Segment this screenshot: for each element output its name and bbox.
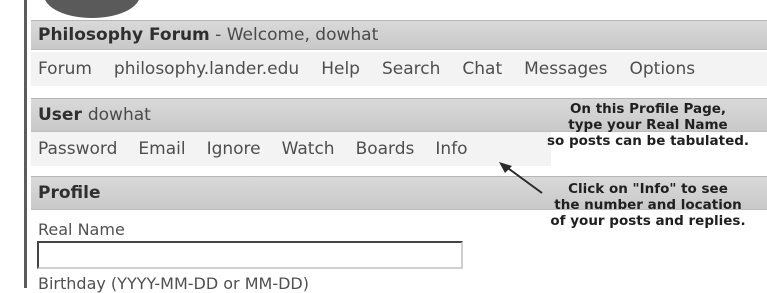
left-border-line bbox=[24, 0, 27, 288]
real-name-label: Real Name bbox=[38, 220, 125, 239]
note-line: so posts can be tabulated. bbox=[546, 133, 750, 149]
welcome-text: - Welcome, dowhat bbox=[209, 25, 379, 45]
tab-watch[interactable]: Watch bbox=[282, 139, 335, 159]
nav-search-link[interactable]: Search bbox=[382, 59, 440, 79]
site-title: Philosophy Forum bbox=[38, 25, 210, 45]
profile-heading: Profile bbox=[38, 183, 101, 203]
note-line: of your posts and replies. bbox=[550, 213, 746, 229]
forum-title-bar: Philosophy Forum - Welcome, dowhat bbox=[31, 20, 767, 50]
nav-messages-link[interactable]: Messages bbox=[524, 59, 607, 79]
nav-options-link[interactable]: Options bbox=[630, 59, 696, 79]
tab-password[interactable]: Password bbox=[38, 139, 117, 159]
tab-ignore[interactable]: Ignore bbox=[207, 139, 261, 159]
profile-instruction-note: On this Profile Page, type your Real Nam… bbox=[530, 101, 766, 149]
user-tabs: Password Email Ignore Watch Boards Info bbox=[31, 132, 551, 166]
tab-email[interactable]: Email bbox=[138, 139, 185, 159]
note-line: Click on "Info" to see bbox=[568, 181, 728, 197]
note-line: type your Real Name bbox=[568, 117, 728, 133]
nav-chat-link[interactable]: Chat bbox=[462, 59, 502, 79]
main-nav: Forum philosophy.lander.edu Help Search … bbox=[31, 52, 767, 86]
birthday-label: Birthday (YYYY-MM-DD or MM-DD) bbox=[38, 274, 309, 293]
arrow-icon bbox=[499, 162, 543, 194]
info-instruction-note: Click on "Info" to see the number and lo… bbox=[530, 181, 766, 229]
note-line: On this Profile Page, bbox=[569, 101, 727, 117]
nav-site-link[interactable]: philosophy.lander.edu bbox=[114, 59, 299, 79]
user-label: User bbox=[38, 105, 82, 125]
note-line: the number and location bbox=[554, 197, 742, 213]
username: dowhat bbox=[87, 105, 151, 125]
forum-logo bbox=[44, 0, 140, 18]
tab-info[interactable]: Info bbox=[435, 139, 467, 159]
tab-boards[interactable]: Boards bbox=[356, 139, 415, 159]
nav-help-link[interactable]: Help bbox=[321, 59, 360, 79]
nav-forum-link[interactable]: Forum bbox=[38, 59, 92, 79]
real-name-input[interactable] bbox=[37, 241, 463, 269]
